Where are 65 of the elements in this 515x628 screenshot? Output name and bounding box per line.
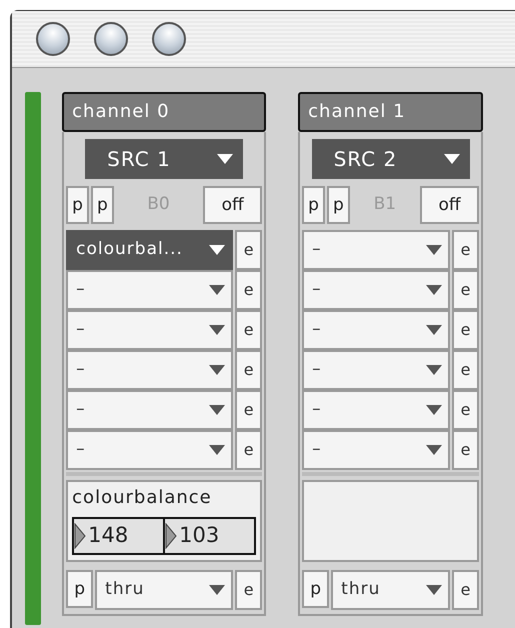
effect-dropdown[interactable]: – bbox=[66, 390, 234, 430]
edit-button[interactable]: e bbox=[235, 270, 262, 310]
p-button[interactable]: p bbox=[302, 570, 330, 608]
bank-label: B0 bbox=[146, 193, 171, 216]
edit-button[interactable]: e bbox=[452, 390, 479, 430]
parameter-name: colourbalance bbox=[72, 486, 213, 510]
p-button[interactable]: p bbox=[326, 186, 350, 224]
toggle-button[interactable]: off bbox=[203, 186, 262, 224]
edit-button[interactable]: e bbox=[235, 310, 262, 350]
caret-icon bbox=[426, 285, 442, 295]
edit-button[interactable]: e bbox=[235, 350, 262, 390]
edit-button[interactable]: e bbox=[452, 310, 479, 350]
effect-dropdown[interactable]: – bbox=[302, 270, 450, 310]
channel-header: channel 0 bbox=[62, 92, 266, 132]
effect-dropdown[interactable]: – bbox=[302, 230, 450, 270]
p-button[interactable]: p bbox=[302, 186, 325, 224]
p-button[interactable]: p bbox=[66, 186, 89, 224]
caret-icon bbox=[426, 585, 442, 595]
zoom-button[interactable] bbox=[152, 22, 186, 56]
output-dropdown[interactable]: thru bbox=[331, 570, 450, 610]
caret-icon bbox=[426, 365, 442, 375]
effect-dropdown[interactable]: – bbox=[302, 310, 450, 350]
caret-icon bbox=[426, 325, 442, 335]
edit-button[interactable]: e bbox=[235, 390, 262, 430]
minimize-button[interactable] bbox=[94, 22, 128, 56]
edit-button[interactable]: e bbox=[235, 430, 262, 470]
caret-icon bbox=[209, 245, 226, 255]
effect-dropdown[interactable]: colourbal... bbox=[66, 230, 234, 270]
edit-button[interactable]: e bbox=[452, 570, 479, 610]
edit-button[interactable]: e bbox=[235, 230, 262, 270]
caret-icon bbox=[217, 154, 234, 164]
toggle-button[interactable]: off bbox=[420, 186, 479, 224]
caret-icon bbox=[209, 445, 226, 455]
number-box[interactable]: 103 bbox=[165, 519, 254, 553]
effect-dropdown[interactable]: – bbox=[66, 350, 234, 390]
triangle-icon bbox=[74, 523, 86, 549]
caret-icon bbox=[209, 325, 226, 335]
effect-dropdown[interactable]: – bbox=[302, 350, 450, 390]
effect-dropdown[interactable]: – bbox=[302, 430, 450, 470]
effect-dropdown[interactable]: – bbox=[66, 310, 234, 350]
edit-button[interactable]: e bbox=[452, 230, 479, 270]
caret-icon bbox=[426, 445, 442, 455]
edit-button[interactable]: e bbox=[452, 270, 479, 310]
effect-dropdown[interactable]: – bbox=[66, 270, 234, 310]
close-button[interactable] bbox=[36, 22, 70, 56]
p-button[interactable]: p bbox=[90, 186, 114, 224]
p-button[interactable]: p bbox=[66, 570, 94, 608]
effect-dropdown[interactable]: – bbox=[66, 430, 234, 470]
caret-icon bbox=[209, 405, 226, 415]
edit-button[interactable]: e bbox=[235, 570, 262, 610]
source-dropdown[interactable]: SRC 2 bbox=[312, 139, 470, 179]
edit-button[interactable]: e bbox=[452, 350, 479, 390]
effect-dropdown[interactable]: – bbox=[302, 390, 450, 430]
bank-label: B1 bbox=[372, 193, 398, 216]
source-dropdown[interactable]: SRC 1 bbox=[85, 139, 244, 179]
caret-icon bbox=[426, 245, 442, 255]
caret-icon bbox=[209, 365, 226, 375]
channel-header: channel 1 bbox=[298, 92, 483, 132]
output-dropdown[interactable]: thru bbox=[95, 570, 234, 610]
caret-icon bbox=[444, 154, 460, 164]
edit-button[interactable]: e bbox=[452, 430, 479, 470]
caret-icon bbox=[426, 405, 442, 415]
caret-icon bbox=[209, 585, 226, 595]
triangle-icon bbox=[165, 523, 178, 549]
caret-icon bbox=[209, 285, 226, 295]
